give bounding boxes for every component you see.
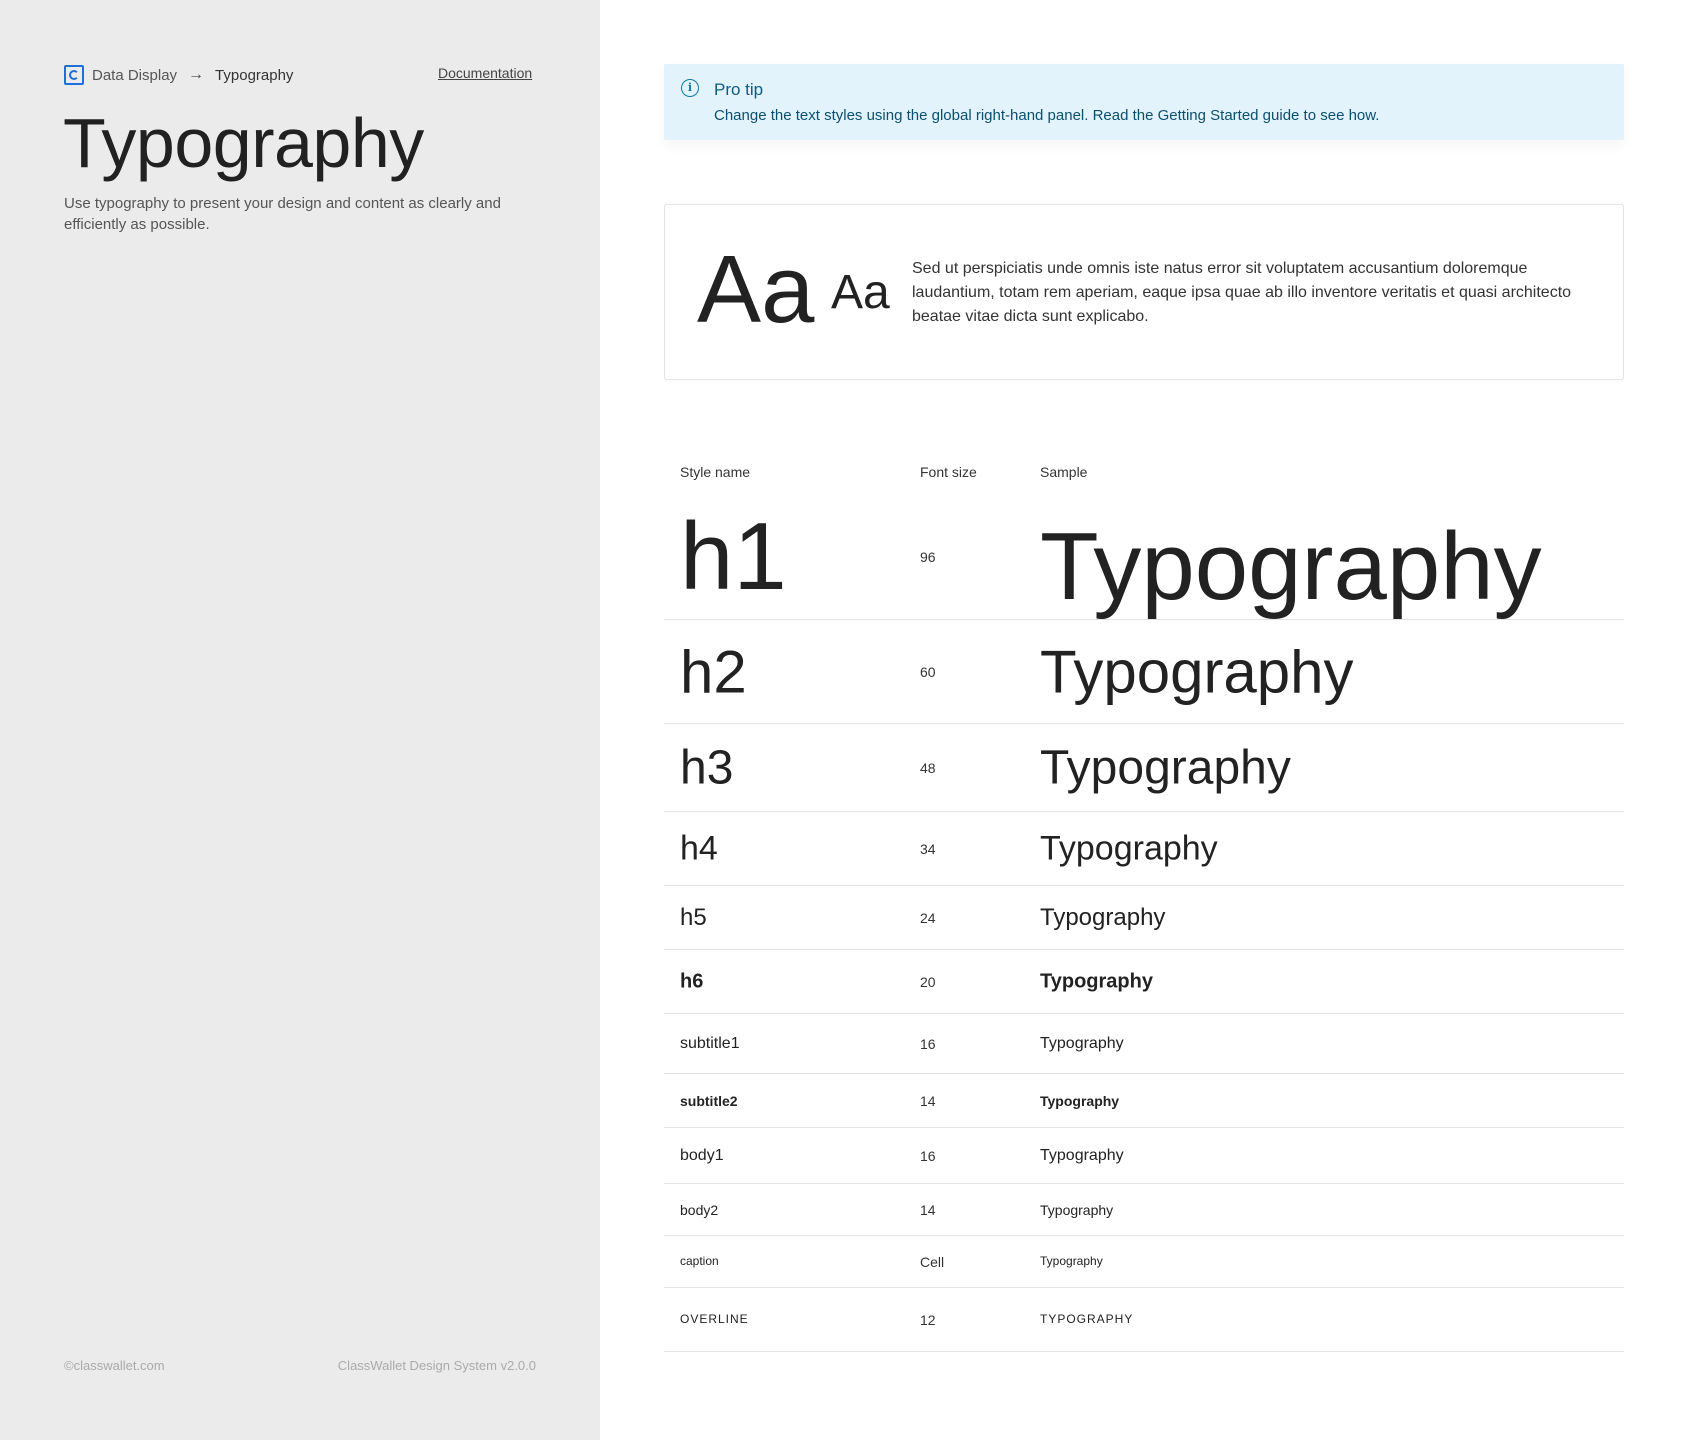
page-description: Use typography to present your design an… <box>64 195 501 233</box>
table-row: caption Cell Typography <box>664 1236 1624 1288</box>
font-size: 24 <box>920 909 936 926</box>
sample-paragraph: Sed ut perspiciatis unde omnis iste natu… <box>912 260 1572 325</box>
font-size: 48 <box>920 759 936 776</box>
table-row: subtitle1 16 Typography <box>664 1014 1624 1074</box>
table-row: body1 16 Typography <box>664 1128 1624 1184</box>
style-name: caption <box>680 1253 719 1268</box>
aa-small-sample: Aa <box>831 266 890 319</box>
header-sample: Sample <box>1040 464 1088 480</box>
style-sample: Typography <box>1040 970 1153 992</box>
table-row: h6 20 Typography <box>664 950 1624 1014</box>
font-size: 12 <box>920 1311 936 1328</box>
style-sample: Typography <box>1040 828 1218 867</box>
style-name: body2 <box>680 1201 719 1218</box>
aa-large-sample: Aa <box>697 236 815 343</box>
footer-version: ClassWallet Design System v2.0.0 <box>337 1358 536 1373</box>
style-name: h6 <box>680 970 704 992</box>
style-sample: Typography <box>1040 1146 1124 1164</box>
breadcrumb-parent[interactable]: Data Display <box>92 67 177 84</box>
style-name: h3 <box>680 740 734 794</box>
font-size: Cell <box>920 1253 945 1270</box>
font-size: 96 <box>920 548 936 565</box>
style-name: subtitle1 <box>680 1034 740 1052</box>
style-name: body1 <box>680 1146 724 1164</box>
style-sample: TYPOGRAPHY <box>1040 1311 1134 1326</box>
font-size: 14 <box>920 1201 936 1218</box>
style-name: h5 <box>680 903 707 931</box>
style-name: subtitle2 <box>680 1092 738 1109</box>
page-title: Typography <box>63 104 424 182</box>
font-size: 20 <box>920 973 936 990</box>
breadcrumb: Data Display → Typography <box>64 64 293 86</box>
header-style-name: Style name <box>680 464 751 480</box>
style-name: h2 <box>680 638 747 705</box>
table-row: subtitle2 14 Typography <box>664 1074 1624 1128</box>
font-size: 34 <box>920 840 936 857</box>
style-sample: Typography <box>1040 638 1354 705</box>
breadcrumb-current: Typography <box>215 66 294 84</box>
table-row: h3 48 Typography <box>664 724 1624 812</box>
table-row: OVERLINE 12 TYPOGRAPHY <box>664 1288 1624 1352</box>
style-name: OVERLINE <box>680 1311 749 1326</box>
table-row: h5 24 Typography <box>664 886 1624 950</box>
classwallet-logo-icon <box>64 65 84 85</box>
info-icon: i <box>681 79 699 97</box>
tip-text: Change the text styles using the global … <box>714 107 1380 124</box>
style-sample: Typography <box>1040 1253 1103 1268</box>
style-name: h4 <box>680 828 718 867</box>
left-panel: Data Display → Typography Documentation … <box>0 0 600 1440</box>
table-row: h1 96 Typography <box>664 494 1624 620</box>
table-row: h4 34 Typography <box>664 812 1624 886</box>
table-row: h2 60 Typography <box>664 620 1624 724</box>
style-sample: Typography <box>1040 740 1291 794</box>
style-sample: Typography <box>1040 1034 1124 1052</box>
style-sample: Typography <box>1040 1201 1114 1218</box>
font-size: 16 <box>920 1035 936 1052</box>
type-sample-card: Aa Aa Sed ut perspiciatis unde omnis ist… <box>664 204 1624 380</box>
style-name: h1 <box>680 502 787 610</box>
style-sample: Typography <box>1040 512 1542 620</box>
documentation-link[interactable]: Documentation <box>438 65 532 81</box>
footer-copyright: ©classwallet.com <box>64 1358 165 1373</box>
arrow-right-icon: → <box>188 66 205 83</box>
table-header: Style name Font size Sample <box>664 454 1624 494</box>
table-row: body2 14 Typography <box>664 1184 1624 1236</box>
pro-tip-banner: i Pro tip Change the text styles using t… <box>664 64 1624 140</box>
style-sample: Typography <box>1040 903 1166 931</box>
tip-title: Pro tip <box>714 80 764 99</box>
typography-table: Style name Font size Sample h1 96 Typogr… <box>664 454 1624 1352</box>
font-size: 14 <box>920 1092 936 1109</box>
style-sample: Typography <box>1040 1092 1120 1109</box>
header-font-size: Font size <box>920 464 977 480</box>
font-size: 60 <box>920 663 936 680</box>
font-size: 16 <box>920 1147 936 1164</box>
